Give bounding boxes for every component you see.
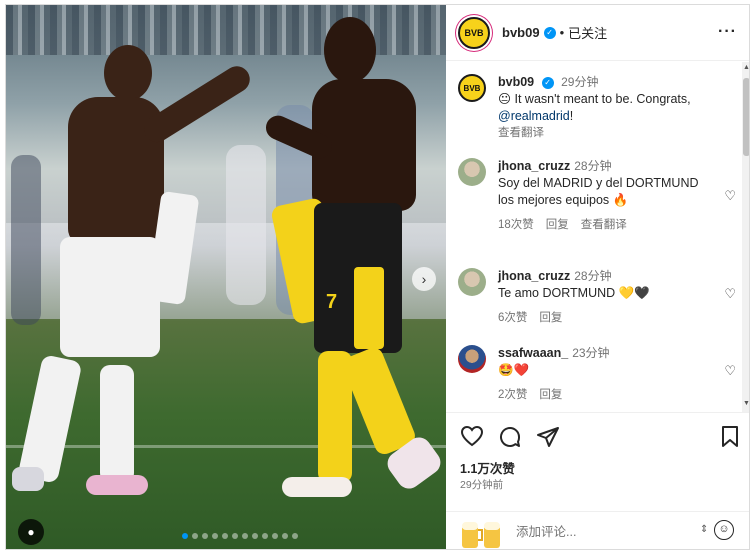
share-icon[interactable] bbox=[536, 425, 560, 449]
resize-icon[interactable]: ⇕ bbox=[700, 524, 708, 535]
carousel-dot bbox=[292, 533, 298, 539]
carousel-dot bbox=[232, 533, 238, 539]
comment-text: Te amo DORTMUND 💛🖤 bbox=[498, 286, 650, 300]
emoji-icon[interactable]: ☺ bbox=[714, 520, 734, 540]
comment-likes[interactable]: 2次赞 bbox=[498, 387, 527, 404]
shorts-number: 7 bbox=[326, 291, 338, 313]
bookmark-icon[interactable] bbox=[720, 425, 740, 449]
player-shorts-stripe bbox=[354, 267, 384, 349]
carousel-dot bbox=[222, 533, 228, 539]
player-boot bbox=[86, 475, 148, 495]
carousel-dot bbox=[192, 533, 198, 539]
commenter-username[interactable]: jhona_cruzz bbox=[498, 159, 570, 173]
follow-button[interactable]: 已关注 bbox=[568, 23, 607, 42]
player-head bbox=[324, 17, 376, 83]
player-boot bbox=[282, 477, 352, 497]
caption-text: It wasn't meant to be. Congrats, bbox=[514, 92, 691, 106]
profile-avatar[interactable]: BVB bbox=[458, 16, 490, 49]
carousel-dot bbox=[252, 533, 258, 539]
commenter-username[interactable]: ssafwaaan_ bbox=[498, 346, 568, 360]
posted-time: 29分钟前 bbox=[460, 479, 504, 491]
comment-time: 23分钟 bbox=[572, 346, 610, 360]
stadium-stands bbox=[6, 5, 446, 55]
commenter-avatar[interactable] bbox=[458, 345, 486, 373]
comment-text: 🤩❤️ bbox=[498, 363, 530, 377]
caption: BVB bvb09 ✓ 29分钟 😐 It wasn't meant to be… bbox=[458, 74, 740, 142]
caption-mention[interactable]: @realmadrid bbox=[498, 109, 570, 123]
commenter-avatar[interactable] bbox=[458, 268, 486, 296]
verified-badge-icon: ✓ bbox=[543, 26, 556, 39]
carousel-indicator bbox=[182, 533, 298, 539]
post-photo[interactable]: 7 › ● bbox=[6, 5, 446, 549]
scroll-up-arrow-icon[interactable]: ▲ bbox=[743, 64, 749, 71]
next-image-button[interactable]: › bbox=[412, 267, 436, 291]
post-actions: 1.1万次赞 29分钟前 ⇕ ☺ bbox=[446, 412, 749, 550]
comment-item: jhona_cruzz 28分钟 Te amo DORTMUND 💛🖤 6次赞 回… bbox=[458, 268, 740, 327]
commenter-username[interactable]: jhona_cruzz bbox=[498, 269, 570, 283]
comment-like-heart-icon[interactable]: ♡ bbox=[724, 188, 736, 204]
scroll-thumb[interactable] bbox=[743, 78, 749, 156]
player-boot bbox=[12, 467, 44, 491]
verified-badge-icon: ✓ bbox=[541, 76, 554, 89]
carousel-dot bbox=[272, 533, 278, 539]
comments-list[interactable]: BVB bvb09 ✓ 29分钟 😐 It wasn't meant to be… bbox=[446, 62, 742, 412]
comment-likes[interactable]: 18次赞 bbox=[498, 217, 534, 234]
comment-reply-button[interactable]: 回复 bbox=[539, 310, 562, 327]
comment-reply-button[interactable]: 回复 bbox=[546, 217, 569, 234]
player-arm bbox=[139, 61, 255, 148]
caption-time: 29分钟 bbox=[561, 75, 599, 89]
background-player bbox=[226, 145, 266, 305]
comment-item: jhona_cruzz 28分钟 Soy del MADRID y del DOR… bbox=[458, 158, 740, 234]
comment-like-heart-icon[interactable]: ♡ bbox=[724, 363, 736, 379]
carousel-dot bbox=[212, 533, 218, 539]
player-sock bbox=[100, 365, 134, 483]
header-username[interactable]: bvb09 bbox=[502, 25, 540, 40]
post-modal: 7 › ● BVB bvb09 ✓ • 已关注 ··· BVB bvb09 ✓ … bbox=[5, 4, 750, 550]
carousel-dot bbox=[282, 533, 288, 539]
comment-item: ssafwaaan_ 23分钟 🤩❤️ 2次赞 回复 ♡ bbox=[458, 345, 740, 404]
caption-translate-link[interactable]: 查看翻译 bbox=[498, 125, 740, 142]
comment-time: 28分钟 bbox=[574, 269, 612, 283]
comment-reply-button[interactable]: 回复 bbox=[539, 387, 562, 404]
scroll-down-arrow-icon[interactable]: ▼ bbox=[743, 400, 749, 407]
comment-likes[interactable]: 6次赞 bbox=[498, 310, 527, 327]
post-side-panel: BVB bvb09 ✓ • 已关注 ··· BVB bvb09 ✓ 29分钟 😐 bbox=[446, 5, 749, 550]
comment-like-heart-icon[interactable]: ♡ bbox=[724, 286, 736, 302]
more-horizontal-icon[interactable]: ··· bbox=[718, 23, 737, 41]
background-player bbox=[11, 155, 41, 325]
comments-scrollbar[interactable]: ▲ ▼ bbox=[742, 62, 749, 412]
comment-text: Soy del MADRID y del DORTMUND los mejore… bbox=[498, 176, 699, 207]
beer-mugs-icon[interactable] bbox=[458, 518, 506, 550]
caption-emoji: 😐 bbox=[498, 92, 512, 106]
carousel-dot bbox=[242, 533, 248, 539]
commenter-avatar[interactable] bbox=[458, 158, 486, 186]
user-tag-icon[interactable]: ● bbox=[18, 519, 44, 545]
add-comment-bar: ⇕ ☺ bbox=[446, 511, 749, 550]
carousel-dot bbox=[202, 533, 208, 539]
caption-avatar[interactable]: BVB bbox=[458, 74, 486, 102]
player-shorts bbox=[60, 237, 160, 357]
carousel-dot bbox=[182, 533, 188, 539]
caption-text-end: ! bbox=[569, 109, 574, 123]
player-head bbox=[104, 45, 152, 101]
caption-username[interactable]: bvb09 bbox=[498, 75, 534, 89]
comment-input[interactable] bbox=[516, 522, 686, 542]
separator-dot: • bbox=[559, 25, 565, 40]
comment-icon[interactable] bbox=[498, 425, 522, 449]
comment-time: 28分钟 bbox=[574, 159, 612, 173]
post-header: BVB bvb09 ✓ • 已关注 ··· bbox=[446, 5, 749, 61]
likes-count[interactable]: 1.1万次赞 bbox=[460, 458, 515, 477]
comment-translate-link[interactable]: 查看翻译 bbox=[581, 217, 627, 234]
player-sock bbox=[17, 354, 83, 484]
carousel-dot bbox=[262, 533, 268, 539]
heart-icon[interactable] bbox=[460, 425, 484, 447]
